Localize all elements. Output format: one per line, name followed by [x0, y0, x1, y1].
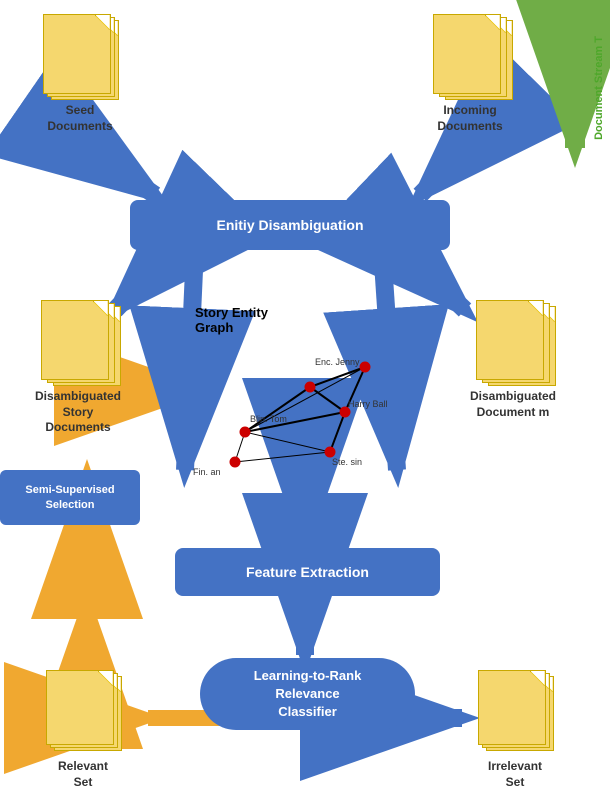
entity-disambiguation-box: Enitiy Disambiguation	[130, 200, 450, 250]
disambiguated-doc-m: DisambiguatedDocument m	[448, 300, 578, 420]
story-entity-graph: Story EntityGraph Enc. Jenny Blin. Tom H…	[190, 305, 440, 475]
svg-text:Ste. sin: Ste. sin	[332, 457, 362, 467]
svg-text:Blin. Tom: Blin. Tom	[250, 414, 287, 424]
disambiguated-story-docs: DisambiguatedStoryDocuments	[18, 300, 138, 436]
stream-label: Document Stream T	[593, 36, 605, 140]
diagram: SeedDocuments IncomingDocuments Document…	[0, 0, 610, 788]
graph-svg: Enc. Jenny Blin. Tom Harry Ball Ste. sin…	[190, 337, 430, 477]
svg-text:Harry Ball: Harry Ball	[348, 399, 388, 409]
seed-documents: SeedDocuments	[30, 14, 130, 134]
semi-supervised-box: Semi-SupervisedSelection	[0, 470, 140, 525]
feature-extraction-box: Feature Extraction	[175, 548, 440, 596]
relevant-set: RelevantSet	[28, 670, 138, 790]
learning-to-rank-box: Learning-to-RankRelevanceClassifier	[200, 658, 415, 730]
svg-text:Enc. Jenny: Enc. Jenny	[315, 357, 360, 367]
irrelevant-set: IrrelevantSet	[460, 670, 570, 790]
stream-label-container: Document Stream T	[593, 15, 605, 160]
graph-label: Story EntityGraph	[195, 305, 440, 335]
incoming-documents: IncomingDocuments	[415, 14, 525, 134]
svg-text:Fin. an: Fin. an	[193, 467, 221, 477]
